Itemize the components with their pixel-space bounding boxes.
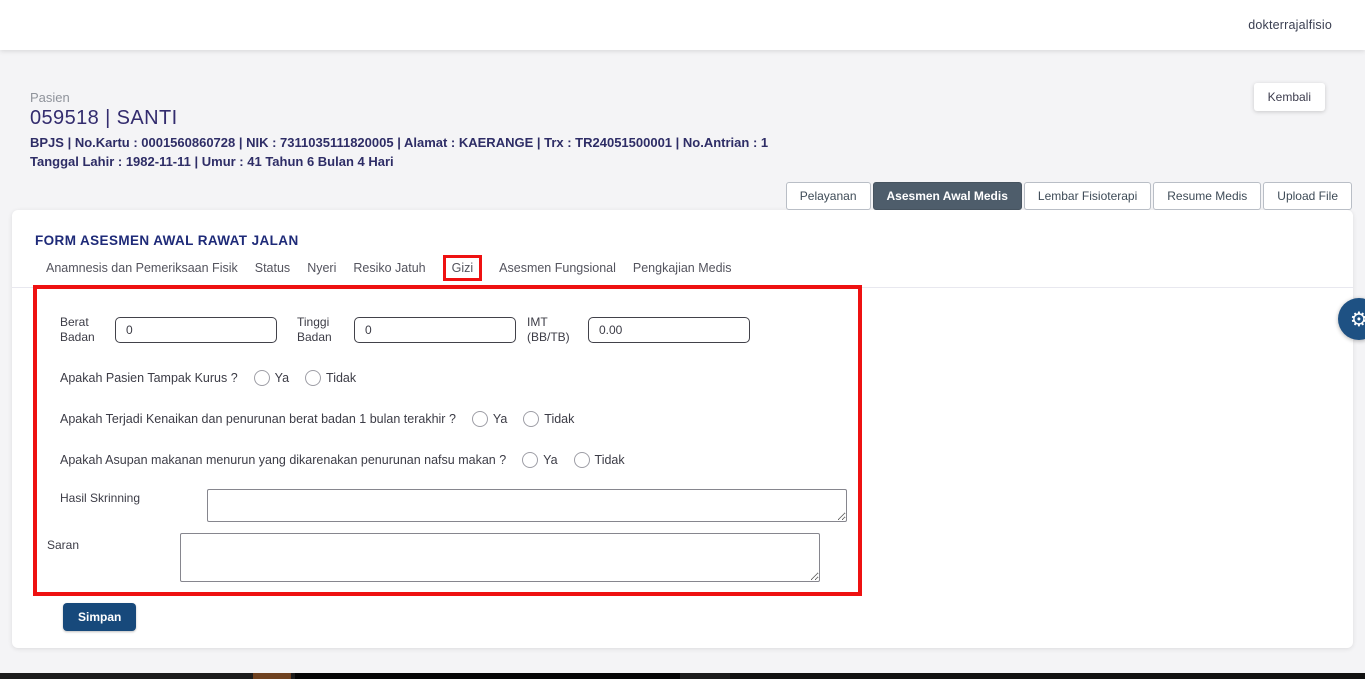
taskbar-segment (253, 673, 291, 679)
radio-kenaikan-ya[interactable] (472, 411, 488, 427)
saran-label: Saran (47, 536, 107, 553)
form-subtabs: Anamnesis dan Pemeriksaan Fisik Status N… (12, 261, 1353, 288)
taskbar-segment (295, 673, 680, 679)
subtab-asesmen-fungsional[interactable]: Asesmen Fungsional (499, 261, 616, 275)
question-row-kurus: Apakah Pasien Tampak Kurus ? Ya Tidak (60, 370, 858, 386)
imt-input[interactable] (588, 317, 750, 343)
radio-label-tidak: Tidak (595, 453, 625, 467)
radio-label-ya: Ya (543, 453, 557, 467)
tab-upload-file[interactable]: Upload File (1263, 182, 1352, 210)
saran-row: Saran (60, 536, 858, 582)
radio-label-ya: Ya (275, 371, 289, 385)
subtab-pengkajian-medis[interactable]: Pengkajian Medis (633, 261, 732, 275)
taskbar-segment (730, 673, 1365, 679)
radio-group: Ya Tidak (506, 452, 624, 468)
tinggi-badan-label: Tinggi Badan (297, 315, 345, 345)
radio-asupan-tidak[interactable] (574, 452, 590, 468)
subtab-gizi[interactable]: Gizi (443, 255, 483, 281)
berat-badan-label: Berat Badan (60, 315, 106, 345)
simpan-button[interactable]: Simpan (63, 603, 136, 631)
hasil-skrinning-textarea[interactable] (207, 489, 847, 522)
tab-asesmen-awal-medis[interactable]: Asesmen Awal Medis (873, 182, 1022, 210)
gear-icon: ⚙ (1350, 307, 1365, 332)
kembali-button[interactable]: Kembali (1254, 83, 1325, 111)
radio-kenaikan-tidak[interactable] (523, 411, 539, 427)
patient-detail-line1: BPJS | No.Kartu : 0001560860728 | NIK : … (30, 135, 768, 150)
subtab-resiko-jatuh[interactable]: Resiko Jatuh (353, 261, 425, 275)
form-card: FORM ASESMEN AWAL RAWAT JALAN Anamnesis … (12, 210, 1353, 648)
radio-label-tidak: Tidak (326, 371, 356, 385)
radio-group: Ya Tidak (238, 370, 356, 386)
taskbar-strip (0, 673, 1365, 679)
patient-section-label: Pasien (30, 90, 768, 105)
question-text: Apakah Pasien Tampak Kurus ? (60, 371, 238, 385)
patient-detail-line2: Tanggal Lahir : 1982-11-11 | Umur : 41 T… (30, 154, 768, 169)
question-row-asupan: Apakah Asupan makanan menurun yang dikar… (60, 452, 858, 468)
question-row-berat-badan: Apakah Terjadi Kenaikan dan penurunan be… (60, 411, 858, 427)
measurement-row: Berat Badan Tinggi Badan IMT (BB/TB) (60, 315, 858, 345)
top-navbar: dokterrajalfisio (0, 0, 1365, 50)
question-text: Apakah Asupan makanan menurun yang dikar… (60, 453, 506, 467)
radio-kurus-tidak[interactable] (305, 370, 321, 386)
radio-asupan-ya[interactable] (522, 452, 538, 468)
question-text: Apakah Terjadi Kenaikan dan penurunan be… (60, 412, 456, 426)
hasil-skrinning-label: Hasil Skrinning (60, 489, 140, 506)
tab-resume-medis[interactable]: Resume Medis (1153, 182, 1261, 210)
imt-label: IMT (BB/TB) (527, 315, 579, 345)
radio-kurus-ya[interactable] (254, 370, 270, 386)
tab-lembar-fisioterapi[interactable]: Lembar Fisioterapi (1024, 182, 1151, 210)
radio-label-tidak: Tidak (544, 412, 574, 426)
patient-id-name: 059518 | SANTI (30, 107, 768, 130)
radio-label-ya: Ya (493, 412, 507, 426)
radio-group: Ya Tidak (456, 411, 574, 427)
tinggi-badan-input[interactable] (354, 317, 516, 343)
berat-badan-input[interactable] (115, 317, 277, 343)
subtab-nyeri[interactable]: Nyeri (307, 261, 336, 275)
tab-pelayanan[interactable]: Pelayanan (786, 182, 871, 210)
annotation-red-rectangle: Berat Badan Tinggi Badan IMT (BB/TB) Apa… (33, 285, 862, 596)
patient-info-block: Pasien 059518 | SANTI BPJS | No.Kartu : … (30, 90, 768, 169)
form-title: FORM ASESMEN AWAL RAWAT JALAN (12, 210, 1353, 248)
logged-in-username[interactable]: dokterrajalfisio (1248, 18, 1332, 32)
saran-textarea[interactable] (180, 533, 820, 582)
subtab-status[interactable]: Status (255, 261, 290, 275)
hasil-skrinning-row: Hasil Skrinning (60, 489, 858, 522)
main-tabs: Pelayanan Asesmen Awal Medis Lembar Fisi… (786, 182, 1352, 210)
subtab-anamnesis[interactable]: Anamnesis dan Pemeriksaan Fisik (46, 261, 238, 275)
